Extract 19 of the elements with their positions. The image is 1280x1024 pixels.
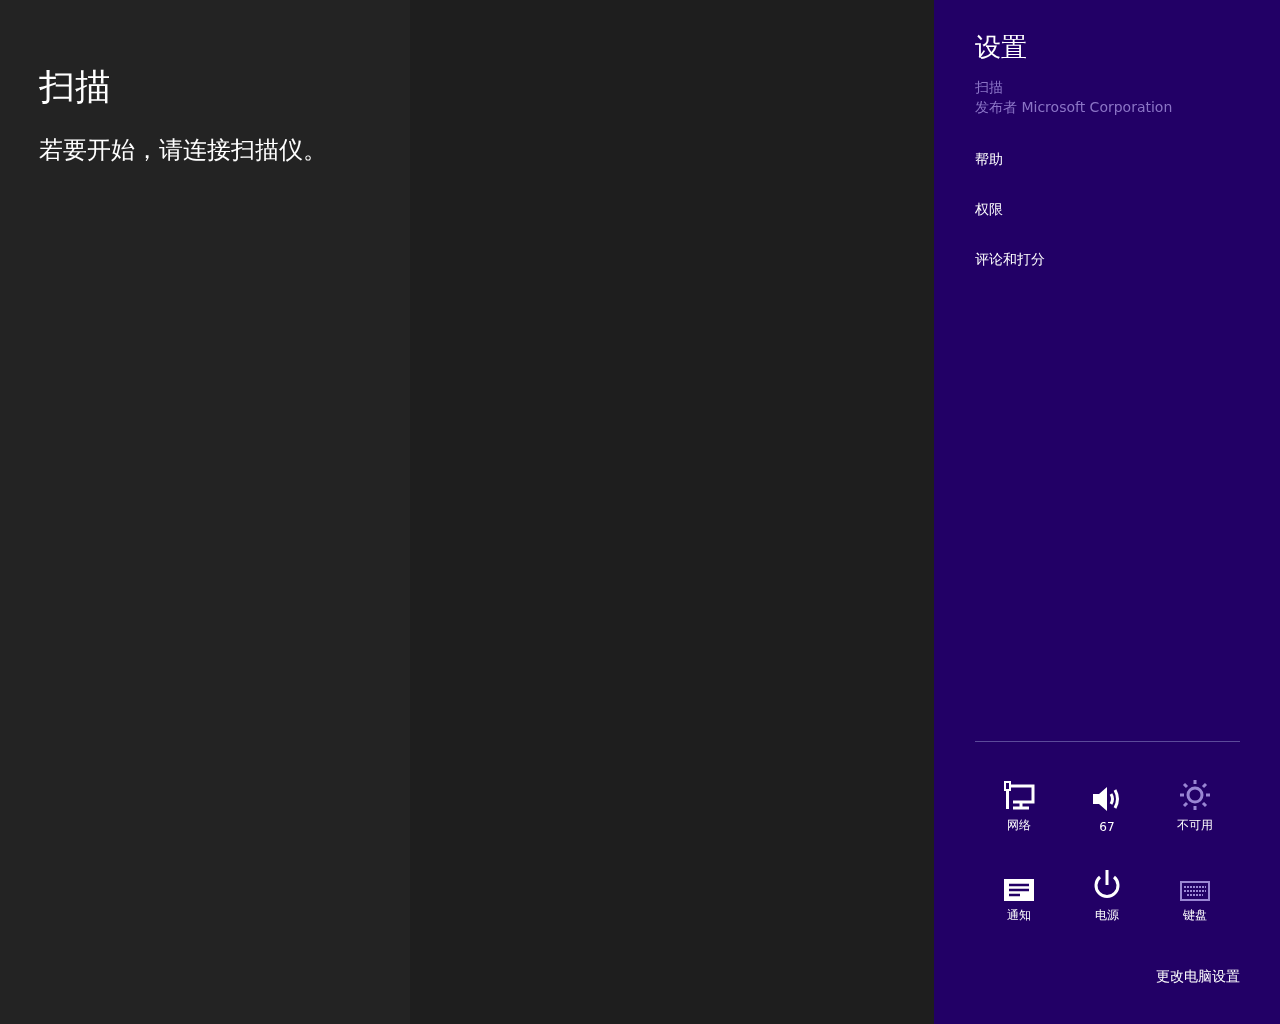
quick-setting-button[interactable]: 网络 bbox=[975, 770, 1063, 834]
app-name: 扫描 bbox=[975, 78, 1003, 97]
monitor-icon bbox=[1003, 781, 1035, 811]
speaker-icon bbox=[1092, 784, 1122, 814]
keyboard-icon bbox=[1180, 881, 1210, 901]
power-icon bbox=[1092, 869, 1122, 901]
settings-link[interactable]: 权限 bbox=[975, 199, 1003, 219]
quick-setting-button[interactable]: 67 bbox=[1063, 770, 1151, 834]
pane-title: 设置 bbox=[975, 31, 1027, 64]
quick-setting-button[interactable]: 电源 bbox=[1063, 860, 1151, 924]
app-title: 扫描 bbox=[39, 65, 111, 109]
settings-link[interactable]: 帮助 bbox=[975, 149, 1003, 169]
settings-link[interactable]: 评论和打分 bbox=[975, 249, 1045, 269]
pc-settings-link[interactable]: 更改电脑设置 bbox=[1156, 968, 1240, 986]
message-icon bbox=[1004, 879, 1034, 901]
app-message: 若要开始，请连接扫描仪。 bbox=[39, 135, 327, 166]
publisher-text: 发布者 Microsoft Corporation bbox=[975, 98, 1173, 117]
quick-setting-button[interactable]: 通知 bbox=[975, 860, 1063, 924]
sun-icon bbox=[1179, 779, 1211, 811]
